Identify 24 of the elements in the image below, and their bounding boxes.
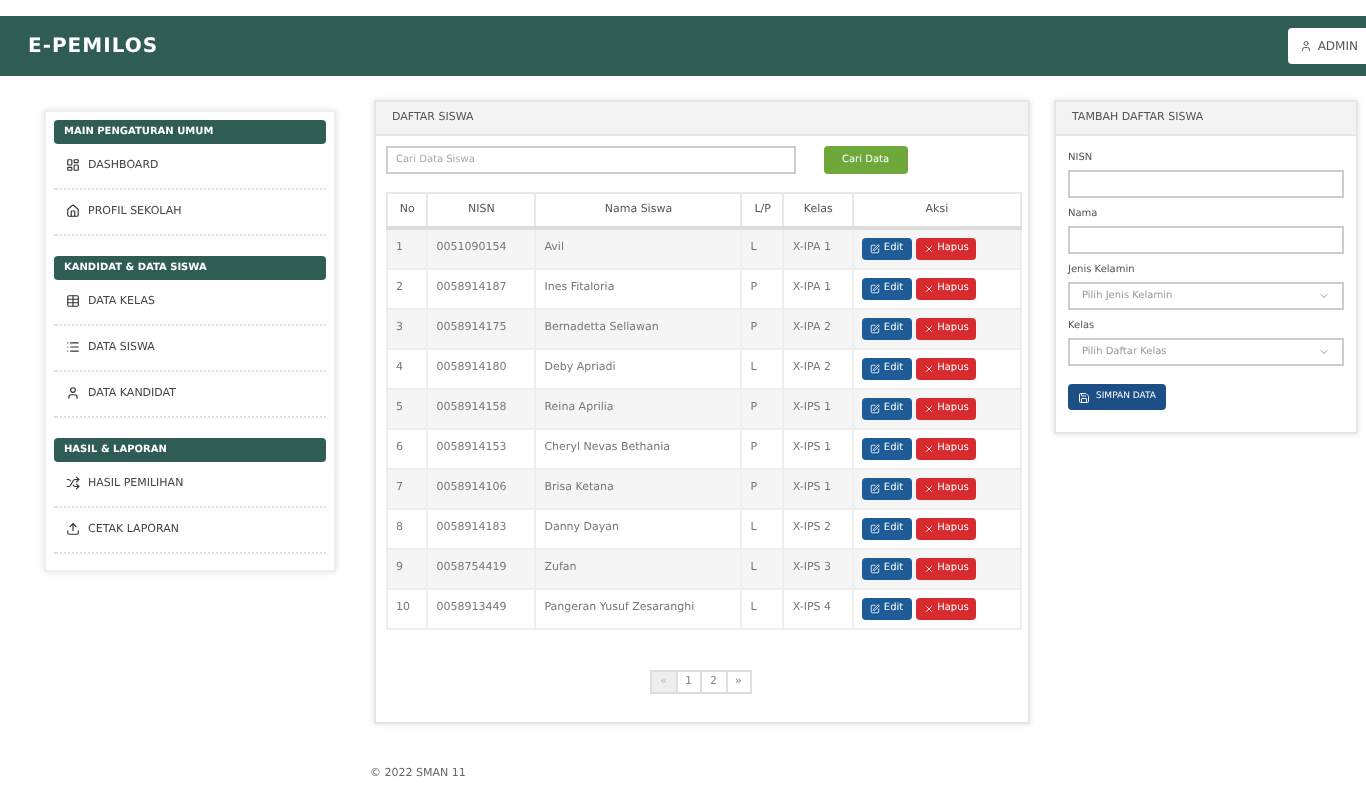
- edit-icon: [869, 283, 880, 293]
- save-icon: [1078, 391, 1090, 403]
- edit-icon: [869, 483, 880, 493]
- shuffle-icon: [66, 476, 80, 490]
- edit-icon: [869, 363, 880, 373]
- chevron-icon: [1318, 290, 1330, 302]
- edit-icon: [869, 523, 880, 533]
- user-icon: [66, 386, 80, 400]
- edit-icon: [869, 323, 880, 333]
- edit-icon: [869, 243, 880, 254]
- app-logo: E-PEMILOS: [28, 35, 159, 57]
- input-field[interactable]: [1068, 226, 1344, 254]
- edit-icon: [869, 403, 880, 413]
- home-icon: [66, 204, 80, 218]
- dashboard-icon: [66, 158, 80, 172]
- input-field[interactable]: [1068, 170, 1344, 198]
- edit-icon: [869, 563, 880, 573]
- chevron-icon: [1318, 346, 1330, 358]
- upload-icon: [66, 522, 80, 536]
- table-icon: [66, 294, 80, 308]
- edit-icon: [869, 603, 880, 613]
- user-icon: [1299, 40, 1312, 52]
- edit-icon: [869, 443, 880, 453]
- list-icon: [66, 340, 80, 354]
